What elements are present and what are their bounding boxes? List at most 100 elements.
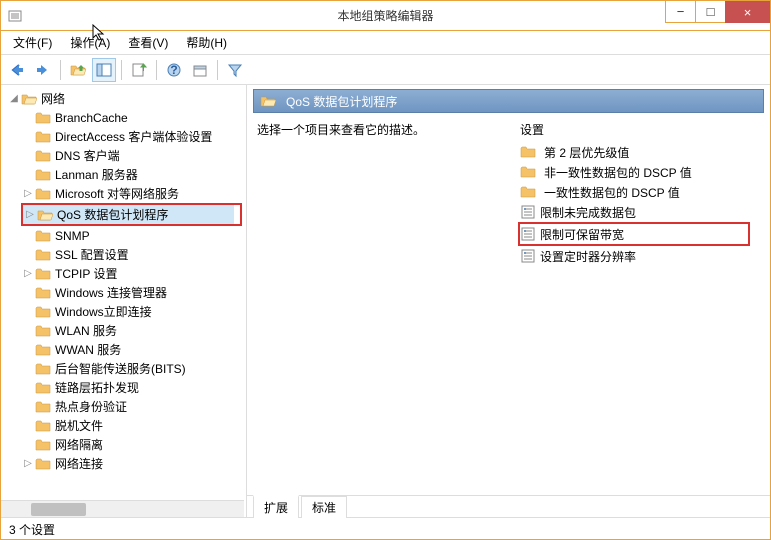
tree-label: 后台智能传送服务(BITS) <box>55 360 186 377</box>
back-button[interactable] <box>5 58 29 82</box>
tree-label: TCPIP 设置 <box>55 265 117 282</box>
tree-item[interactable]: SSL 配置设置 <box>1 245 246 264</box>
tree-label: 脱机文件 <box>55 417 103 434</box>
tree-label: DNS 客户端 <box>55 147 120 164</box>
details-header: QoS 数据包计划程序 <box>253 89 764 113</box>
tree-label: WLAN 服务 <box>55 322 117 339</box>
folder-icon <box>520 185 536 199</box>
folder-icon <box>35 267 51 281</box>
folder-icon <box>520 165 536 179</box>
tree-label: Lanman 服务器 <box>55 166 138 183</box>
menu-action[interactable]: 操作(A) <box>62 31 118 54</box>
collapse-icon[interactable]: ◢ <box>7 93 21 104</box>
tree-item[interactable]: Windows立即连接 <box>1 302 246 321</box>
tree-item[interactable]: 链路层拓扑发现 <box>1 378 246 397</box>
tree-item-qos-selected[interactable]: ▷ QoS 数据包计划程序 <box>23 205 234 224</box>
tree-pane[interactable]: ◢ 网络 BranchCache DirectAccess 客户端体验设置 DN… <box>1 85 247 517</box>
tree-label: WWAN 服务 <box>55 341 121 358</box>
status-text: 3 个设置 <box>9 523 55 537</box>
tree-item[interactable]: BranchCache <box>1 108 246 127</box>
folder-icon <box>35 305 51 319</box>
menu-bar: 文件(F) 操作(A) 查看(V) 帮助(H) <box>1 31 770 55</box>
toolbar: ? <box>1 55 770 85</box>
list-item[interactable]: 第 2 层优先级值 <box>520 142 750 162</box>
settings-column-header[interactable]: 设置 <box>520 121 750 138</box>
folder-open-icon <box>21 92 37 106</box>
tree-item[interactable]: 热点身份验证 <box>1 397 246 416</box>
folder-icon <box>35 457 51 471</box>
folder-icon <box>35 343 51 357</box>
details-title: QoS 数据包计划程序 <box>286 93 397 110</box>
tree-item[interactable]: DNS 客户端 <box>1 146 246 165</box>
list-item[interactable]: 非一致性数据包的 DSCP 值 <box>520 162 750 182</box>
folder-icon <box>35 149 51 163</box>
folder-icon <box>35 248 51 262</box>
tree-label: QoS 数据包计划程序 <box>57 206 168 223</box>
help-button[interactable]: ? <box>162 58 186 82</box>
filter-button[interactable] <box>223 58 247 82</box>
settings-list[interactable]: 设置 第 2 层优先级值 非一致性数据包的 DSCP 值 一致性数据包的 DSC… <box>520 121 760 266</box>
list-label: 第 2 层优先级值 <box>544 144 629 161</box>
minimize-button[interactable]: − <box>665 1 695 23</box>
export-list-button[interactable] <box>127 58 151 82</box>
app-icon <box>7 8 23 24</box>
tree-item[interactable]: WLAN 服务 <box>1 321 246 340</box>
setting-icon <box>520 226 536 242</box>
toolbar-divider <box>156 60 157 80</box>
list-item[interactable]: 限制未完成数据包 <box>520 202 750 222</box>
forward-button[interactable] <box>31 58 55 82</box>
expand-icon[interactable]: ▷ <box>21 458 35 469</box>
tab-standard[interactable]: 标准 <box>301 496 347 518</box>
tree-item[interactable]: ▷ TCPIP 设置 <box>1 264 246 283</box>
tree-item[interactable]: Lanman 服务器 <box>1 165 246 184</box>
list-label: 一致性数据包的 DSCP 值 <box>544 184 680 201</box>
folder-open-icon <box>37 208 53 222</box>
list-item[interactable]: 设置定时器分辨率 <box>520 246 750 266</box>
tree-item[interactable]: ▷Microsoft 对等网络服务 <box>1 184 246 203</box>
tree-label: DirectAccess 客户端体验设置 <box>55 128 212 145</box>
close-button[interactable]: × <box>725 1 770 23</box>
folder-icon <box>35 438 51 452</box>
tree-label: SSL 配置设置 <box>55 246 129 263</box>
tab-extended[interactable]: 扩展 <box>253 495 299 518</box>
tree-label: 网络隔离 <box>55 436 103 453</box>
menu-file[interactable]: 文件(F) <box>5 31 60 54</box>
tree-item[interactable]: 网络隔离 <box>1 435 246 454</box>
expand-icon[interactable]: ▷ <box>21 268 35 279</box>
menu-view[interactable]: 查看(V) <box>120 31 176 54</box>
tree-label: SNMP <box>55 229 90 243</box>
list-item[interactable]: 一致性数据包的 DSCP 值 <box>520 182 750 202</box>
tree-item[interactable]: ▷ 网络连接 <box>1 454 246 473</box>
tree-label: 网络连接 <box>55 455 103 472</box>
list-item-highlighted[interactable]: 限制可保留带宽 <box>520 224 742 244</box>
show-hide-tree-button[interactable] <box>92 58 116 82</box>
folder-open-icon <box>260 94 276 108</box>
tree-item[interactable]: 脱机文件 <box>1 416 246 435</box>
title-bar: 本地组策略编辑器 − □ × <box>1 1 770 31</box>
list-label: 非一致性数据包的 DSCP 值 <box>544 164 692 181</box>
options-button[interactable] <box>188 58 212 82</box>
tree-item[interactable]: DirectAccess 客户端体验设置 <box>1 127 246 146</box>
folder-icon <box>35 130 51 144</box>
expand-icon[interactable]: ▷ <box>23 209 37 220</box>
tree-label: Windows 连接管理器 <box>55 284 167 301</box>
tree-root-network[interactable]: ◢ 网络 <box>1 89 246 108</box>
folder-icon <box>35 187 51 201</box>
svg-text:?: ? <box>170 63 177 77</box>
list-label: 限制未完成数据包 <box>540 204 636 221</box>
tree-item[interactable]: 后台智能传送服务(BITS) <box>1 359 246 378</box>
up-level-button[interactable] <box>66 58 90 82</box>
menu-help[interactable]: 帮助(H) <box>178 31 235 54</box>
maximize-button[interactable]: □ <box>695 1 725 23</box>
folder-icon <box>35 168 51 182</box>
window-title: 本地组策略编辑器 <box>337 7 433 24</box>
folder-icon <box>35 111 51 125</box>
toolbar-divider <box>60 60 61 80</box>
folder-icon <box>35 419 51 433</box>
tree-item[interactable]: SNMP <box>1 226 246 245</box>
tree-item[interactable]: Windows 连接管理器 <box>1 283 246 302</box>
toolbar-divider <box>217 60 218 80</box>
list-label: 设置定时器分辨率 <box>540 248 636 265</box>
expand-icon[interactable]: ▷ <box>21 188 35 199</box>
tree-item[interactable]: WWAN 服务 <box>1 340 246 359</box>
